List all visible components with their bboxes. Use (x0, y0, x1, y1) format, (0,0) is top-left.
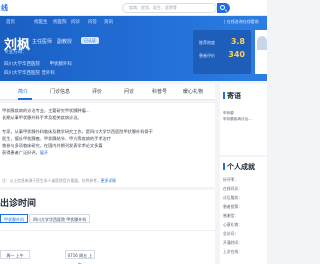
nav-item-qa[interactable]: 问答 (88, 19, 97, 25)
doctor-portrait (255, 30, 267, 74)
intro-line-4: 医生，擅长甲状腺癌、甲状腺结节、甲亢等疾病的手术治疗 (2, 136, 111, 141)
section-accent (223, 92, 225, 99)
schedule-slot[interactable]: 周一 上午 (0, 250, 30, 259)
tab-science[interactable]: 科普号 (152, 88, 167, 95)
stat-item: 在线问诊： (223, 186, 242, 191)
stat-item: 心意礼物： (223, 222, 242, 227)
score-panel: 推荐热度 3.8 患者评价 340 (193, 30, 251, 74)
intro-line-6-text: 获得患者广泛好评。 (2, 150, 40, 155)
page: 线 疾病、症状、医生、医院等 首页 找医生 找医院 问诊 问答 资讯 | 在线咨… (0, 0, 267, 264)
intro-line-6: 获得患者广泛好评。展开 (2, 150, 48, 156)
tab-intro[interactable]: 简介 (18, 88, 28, 95)
nav-item-find-hospital[interactable]: 找医院 (53, 19, 67, 25)
search-input[interactable]: 疾病、症状、医生、医院等 (122, 3, 217, 13)
hospital-name[interactable]: 四川大学华西医院 (4, 62, 40, 67)
doctor-academic-title: 副教授 (57, 39, 73, 45)
top-bar: 线 疾病、症状、医生、医院等 (0, 0, 267, 16)
achievements-title: 个人成就 (227, 163, 255, 171)
schedule-card: 出诊时间 甲状腺外科 四川大学华西医院 甲状腺外科 周一 上午 0716 周五 … (0, 190, 215, 264)
nav-item-news[interactable]: 资讯 (104, 19, 113, 25)
source-note-link[interactable]: 更多详情 (101, 178, 116, 183)
section-accent (223, 163, 225, 170)
hospital-line-primary: 四川大学华西医院 甲状腺外科 (4, 61, 80, 67)
stat-item: 开通时间： (223, 240, 242, 245)
schedule-chip-dept[interactable]: 甲状腺外科 (0, 214, 28, 223)
source-note-text: 注：以上信息来源于医生本人或医院官方渠道，仅供参考， (2, 178, 101, 183)
department-name[interactable]: 甲状腺外科 (49, 62, 72, 67)
doctor-header: 首页 找医生 找医院 问诊 问答 资讯 | 在线咨询在线看病 刘枫 主任医师 副… (0, 16, 267, 81)
stat-item: 感谢信： (223, 213, 239, 218)
schedule-title: 出诊时间 (0, 199, 37, 209)
stat-item: 总访问： (223, 231, 239, 236)
nav-item-home[interactable]: 首页 (6, 19, 15, 25)
intro-line-1: 甲状腺疾病的诊治专业，主要研究甲状腺肿瘤… (2, 108, 90, 113)
search-placeholder: 疾病、症状、医生、医院等 (129, 5, 177, 10)
score-value-recommend: 3.8 (230, 37, 245, 46)
specialty-label: 专业方向： (4, 50, 27, 55)
schedule-divider (0, 230, 215, 231)
expand-link[interactable]: 展开 (40, 150, 48, 155)
tab-gifts[interactable]: 暖心礼物 (183, 88, 203, 95)
intro-line-5: 曾参与多项临床研究，在国内外期刊发表学术论文多篇 (2, 143, 103, 148)
stat-item: 好评率： (223, 177, 239, 182)
schedule-chip-hospital[interactable]: 四川大学华西医院 甲状腺外科 (29, 214, 91, 223)
score-label-reviews: 患者评价 (199, 53, 215, 58)
score-label-recommend: 推荐热度 (199, 40, 215, 45)
hospital-name-2[interactable]: 四川大学华西医院 (4, 71, 40, 76)
message-card: 寄语 甲状腺 甲状腺疾病诊治… (220, 84, 267, 155)
tab-reviews[interactable]: 评价 (92, 88, 102, 95)
tab-clinic-info[interactable]: 门诊信息 (50, 88, 70, 95)
avatar (257, 36, 267, 50)
site-logo[interactable]: 线 (1, 3, 8, 13)
search-icon (220, 5, 225, 10)
schedule-slot[interactable]: 0716 周五 上午 (65, 250, 95, 264)
verified-badge: 已认证 (81, 37, 99, 44)
intro-line-3: 专家，从事甲状腺外科临床及教学研究工作，是四川大学华西医院甲状腺外科骨干 (2, 129, 153, 134)
message-title: 寄语 (227, 92, 241, 100)
message-text-2: 甲状腺疾病诊治… (223, 117, 252, 121)
nav-right-link[interactable]: | 在线咨询在线看病 (224, 19, 259, 25)
search-button[interactable] (217, 3, 230, 13)
stat-item: 患者投票： (223, 204, 242, 209)
nav-item-consult[interactable]: 问诊 (71, 19, 80, 25)
hospital-line-secondary: 四川大学华西医院 普外科 (4, 70, 55, 76)
achievements-card: 个人成就 好评率： 在线问诊： 诊后服务： 患者投票： 感谢信： 心意礼物： 总… (220, 157, 267, 264)
stat-item: 上次在线： (223, 249, 242, 254)
active-tab-indicator (18, 98, 32, 100)
message-text-1: 甲状腺 (223, 111, 234, 115)
tab-consult[interactable]: 问诊 (124, 88, 134, 95)
department-name-2[interactable]: 普外科 (41, 71, 55, 76)
doctor-title: 主任医师 (32, 39, 53, 45)
tab-bar: 简介 门诊信息 评价 问诊 科普号 暖心礼物 (0, 84, 215, 100)
score-value-reviews: 340 (228, 50, 245, 59)
intro-card: 甲状腺疾病的诊治专业，主要研究甲状腺肿瘤… 长期从事甲状腺外科手术及相关疾病诊治… (0, 103, 215, 187)
nav-item-find-doctor[interactable]: 找医生 (34, 19, 48, 25)
source-note: 注：以上信息来源于医生本人或医院官方渠道，仅供参考，更多详情 (2, 178, 116, 184)
stat-item: 诊后服务： (223, 195, 242, 200)
intro-line-2: 长期从事甲状腺外科手术及相关疾病诊治。 (2, 115, 82, 120)
